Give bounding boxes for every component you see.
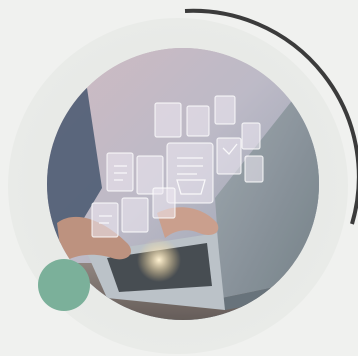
- hero-illustration: [0, 0, 358, 356]
- accent-dot: [38, 259, 90, 311]
